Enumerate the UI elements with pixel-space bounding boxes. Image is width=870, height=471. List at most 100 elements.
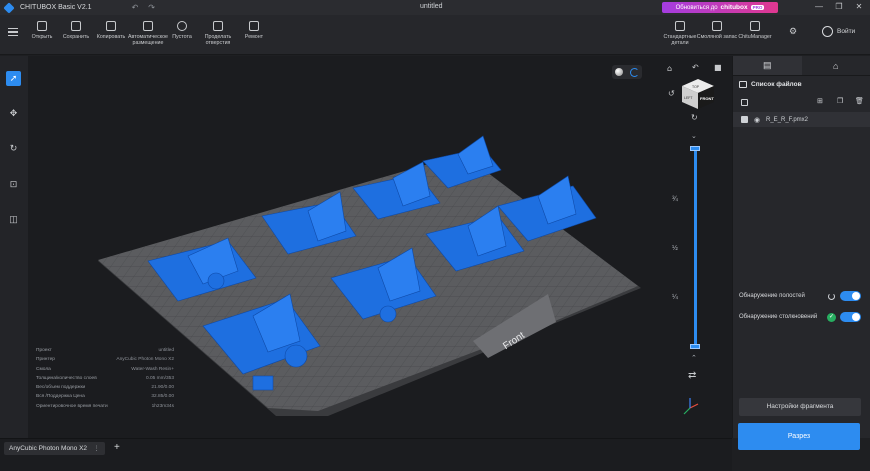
info-row: Принтер AnyCubic Photon Mono X2 bbox=[36, 357, 174, 366]
delete-icon[interactable]: 🗑 bbox=[855, 97, 864, 105]
view-mode-toggle[interactable] bbox=[612, 65, 642, 79]
promo-text: Обновиться до bbox=[675, 4, 718, 11]
import-icon[interactable]: ⊞ bbox=[817, 97, 823, 105]
chitumanager-icon bbox=[750, 21, 760, 31]
printer-tab-bar: AnyCubic Photon Mono X2 ⋮ + bbox=[0, 438, 732, 471]
info-row: Вся /Поддержка Цена 32.85/0.00 bbox=[36, 394, 174, 403]
file-list-icon: ▤ bbox=[762, 60, 772, 70]
info-row: Проект untitled bbox=[36, 348, 174, 357]
home-view-icon[interactable]: ⌂ bbox=[667, 64, 672, 73]
info-value: 1h23m34s bbox=[151, 403, 174, 409]
info-value: AnyCubic Photon Mono X2 bbox=[116, 357, 174, 363]
info-row: Толщина/количество слоев 0.05 mm/353 bbox=[36, 376, 174, 385]
restore-icon[interactable]: ❐ bbox=[832, 1, 846, 13]
info-value: untitled bbox=[158, 348, 174, 353]
info-row: Ориентировочное время печати 1h23m34s bbox=[36, 404, 174, 413]
3d-viewport[interactable]: Front TOP LEFT FRONT ⌂ ↶ ■ ↺ ↻ ⌄ ¾ ½ ¼ ⌃… bbox=[28, 56, 732, 438]
hollow-icon bbox=[177, 21, 187, 31]
save-icon bbox=[71, 21, 81, 31]
copy-icon bbox=[106, 21, 116, 31]
cube-left-label: LEFT bbox=[684, 96, 693, 100]
app-name: CHITUBOX Basic V2.1 bbox=[20, 4, 92, 11]
undo-icon[interactable]: ↶ bbox=[132, 3, 139, 12]
main-toolbar: Открыть Сохранить Копировать Автоматичес… bbox=[0, 15, 870, 55]
info-label: Проект bbox=[36, 348, 52, 353]
slider-bottom-handle[interactable] bbox=[690, 344, 700, 349]
detect-collision-toggle[interactable] bbox=[840, 312, 861, 322]
info-row: Смола Water-Wash Resin+ bbox=[36, 367, 174, 376]
info-value: Water-Wash Resin+ bbox=[131, 366, 174, 372]
slider-down-icon[interactable]: ⌃ bbox=[691, 354, 697, 362]
repair-icon bbox=[249, 21, 259, 31]
eye-icon[interactable]: ◉ bbox=[754, 116, 760, 124]
info-label: Вся /Поддержка Цена bbox=[36, 394, 85, 400]
settings-icon[interactable]: ⚙ bbox=[789, 26, 797, 37]
menu-icon[interactable] bbox=[8, 28, 18, 36]
chitubox-app: CHITUBOX Basic V2.1 ↶ ↷ untitled Обновит… bbox=[0, 0, 870, 471]
slider-top-handle[interactable] bbox=[690, 146, 700, 151]
fragment-settings-button[interactable]: Настройки фрагмента bbox=[739, 398, 861, 416]
login-button[interactable]: Войти bbox=[822, 26, 855, 37]
fraction-three-quarters: ¾ bbox=[672, 196, 678, 203]
file-list-title: Список файлов bbox=[751, 81, 802, 88]
file-list-title-icon bbox=[739, 81, 747, 88]
perspective-icon[interactable]: ■ bbox=[714, 63, 722, 72]
title-bar: CHITUBOX Basic V2.1 ↶ ↷ untitled Обновит… bbox=[0, 0, 870, 15]
copy-file-icon[interactable]: ❐ bbox=[837, 97, 843, 105]
loading-icon bbox=[828, 293, 835, 300]
document-title: untitled bbox=[420, 3, 443, 10]
redo-icon[interactable]: ↷ bbox=[148, 3, 155, 12]
info-value: 0.05 mm/353 bbox=[146, 375, 174, 381]
detect-layers-toggle[interactable] bbox=[840, 291, 861, 301]
select-all-checkbox[interactable] bbox=[741, 99, 748, 106]
cube-front-label: FRONT bbox=[700, 96, 714, 101]
tab-platform[interactable]: ⌂ bbox=[802, 56, 870, 75]
close-icon[interactable]: ✕ bbox=[852, 1, 866, 13]
rotate-left-icon[interactable]: ↺ bbox=[668, 89, 675, 98]
add-tab-icon[interactable]: + bbox=[114, 442, 120, 453]
info-label: Ориентировочное время печати bbox=[36, 403, 108, 409]
rotate-icon[interactable]: ↻ bbox=[6, 141, 21, 156]
file-checkbox[interactable] bbox=[741, 116, 748, 123]
upgrade-pro-button[interactable]: Обновиться до chitubox PRO bbox=[662, 2, 778, 13]
rotate-view-icon[interactable]: ↶ bbox=[691, 63, 699, 72]
auto-layout-icon bbox=[143, 21, 153, 31]
cube-top-label: TOP bbox=[692, 85, 700, 89]
shaded-view-icon[interactable] bbox=[615, 68, 624, 76]
scale-icon[interactable]: ⊡ bbox=[6, 177, 21, 192]
info-label: Толщина/количество слоев bbox=[36, 375, 97, 381]
wireframe-view-icon[interactable] bbox=[629, 67, 639, 77]
swap-icon[interactable]: ⇄ bbox=[688, 370, 696, 381]
info-value: 32.85/0.00 bbox=[151, 394, 174, 400]
chitumanager-button[interactable]: ChituManager bbox=[732, 21, 778, 40]
folder-icon bbox=[37, 21, 47, 31]
rotate-down-icon[interactable]: ↻ bbox=[691, 113, 698, 122]
resin-icon bbox=[712, 21, 722, 31]
file-list-item[interactable]: ◉ R_E_R_F.pmx2 bbox=[733, 112, 870, 127]
minimize-icon[interactable]: — bbox=[812, 1, 826, 13]
fraction-half: ½ bbox=[672, 245, 678, 252]
move-icon[interactable]: ✥ bbox=[6, 106, 21, 121]
slice-button[interactable]: Разрез bbox=[738, 423, 860, 450]
app-logo-icon bbox=[3, 1, 15, 14]
layer-slider[interactable] bbox=[694, 148, 697, 348]
repair-label: Ремонт bbox=[244, 34, 264, 40]
slider-up-icon[interactable]: ⌄ bbox=[691, 132, 697, 140]
select-icon[interactable]: ➚ bbox=[6, 71, 21, 86]
chitumanager-label: ChituManager bbox=[738, 34, 772, 40]
tab-close-icon[interactable]: ⋮ bbox=[93, 442, 100, 455]
mirror-icon[interactable]: ◫ bbox=[6, 212, 21, 227]
platform-icon: ⌂ bbox=[833, 60, 839, 71]
info-label: Принтер bbox=[36, 357, 55, 363]
printer-tab[interactable]: AnyCubic Photon Mono X2 ⋮ bbox=[4, 442, 105, 455]
view-cube[interactable]: TOP LEFT FRONT bbox=[682, 79, 714, 109]
tab-file-list[interactable]: ▤ bbox=[733, 56, 802, 75]
user-icon bbox=[822, 26, 833, 37]
file-name: R_E_R_F.pmx2 bbox=[766, 116, 809, 123]
info-label: Смола bbox=[36, 366, 51, 372]
repair-button[interactable]: Ремонт bbox=[231, 21, 277, 40]
fraction-quarter: ¼ bbox=[672, 294, 678, 301]
promo-brand: chitubox bbox=[720, 4, 748, 11]
detect-collision-label: Обнаружение столкновений bbox=[739, 314, 818, 320]
right-panel: ▤ ⌂ Список файлов ⊞ ❐ 🗑 ◉ R_E_R_F.pmx2 О… bbox=[732, 56, 870, 438]
